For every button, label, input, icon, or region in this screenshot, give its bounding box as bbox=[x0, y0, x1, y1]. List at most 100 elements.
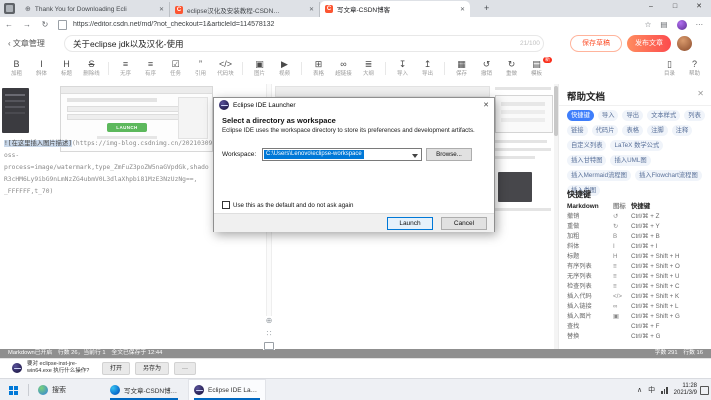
toolbar-button[interactable]: ≣ 大纲 bbox=[356, 58, 381, 82]
toolbar-button[interactable]: ” 引用 bbox=[188, 58, 213, 82]
help-tag[interactable]: 文本样式 bbox=[647, 110, 680, 121]
toolbar-button[interactable] bbox=[104, 58, 113, 82]
chevron-down-icon[interactable] bbox=[412, 154, 418, 158]
workspace-combobox[interactable]: C:\Users\Lenovo\eclipse-workspace bbox=[262, 148, 422, 161]
refresh-icon[interactable]: ↻ bbox=[36, 20, 54, 29]
preview-image-thumb bbox=[495, 95, 553, 133]
browse-button[interactable]: Browse... bbox=[426, 148, 472, 161]
tray-chevron-icon[interactable]: ∧ bbox=[637, 386, 642, 394]
toolbar-button-label: 加粗 bbox=[4, 71, 29, 77]
start-button[interactable] bbox=[9, 386, 18, 395]
browser-tab[interactable]: ⊕ Thank You for Downloading Ecli ✕ bbox=[20, 2, 170, 17]
toolbar-button[interactable] bbox=[238, 58, 247, 82]
shortcut-row: 斜体 I Ctrl/⌘ + I bbox=[567, 242, 706, 252]
checkbox[interactable] bbox=[222, 201, 230, 209]
help-tag[interactable]: 链接 bbox=[567, 125, 588, 136]
shortcuts-section-title: 快捷键 bbox=[567, 189, 591, 200]
cancel-button[interactable]: Cancel bbox=[441, 217, 487, 230]
help-tag[interactable]: 快捷键 bbox=[567, 110, 594, 121]
window-close-button[interactable]: ✕ bbox=[687, 0, 711, 14]
toolbar-button[interactable]: ↥ 导出 bbox=[415, 58, 440, 82]
toolbar-button[interactable]: B 加粗 bbox=[4, 58, 29, 82]
help-tag[interactable]: 插入Mermaid流程图 bbox=[567, 170, 631, 181]
taskbar-clock[interactable]: 11:28 2021/3/9 bbox=[674, 383, 697, 397]
toolbar-button[interactable]: ≡ 有序 bbox=[138, 58, 163, 82]
save-draft-button[interactable]: 保存草稿 bbox=[570, 35, 622, 52]
workspace-path-value[interactable]: C:\Users\Lenovo\eclipse-workspace bbox=[264, 150, 364, 159]
toolbar-button[interactable]: ▣ 图片 bbox=[247, 58, 272, 82]
layout-toggle-icon[interactable] bbox=[264, 342, 274, 350]
toolbar-button[interactable]: S 删除线 bbox=[79, 58, 104, 82]
new-tab-button[interactable]: + bbox=[484, 1, 489, 16]
help-tag[interactable]: 表格 bbox=[622, 125, 643, 136]
action-center-icon[interactable] bbox=[700, 386, 709, 395]
browser-tab[interactable]: ⊕ C eclipse汉化及安装教程-CSDN… ✕ bbox=[170, 2, 320, 17]
sync-scroll-icon[interactable]: ⊕ bbox=[266, 316, 273, 325]
toolbar-button[interactable] bbox=[440, 58, 449, 82]
user-avatar[interactable] bbox=[677, 36, 692, 51]
help-tag[interactable]: 导入 bbox=[598, 110, 619, 121]
help-tag[interactable]: 插入UML图 bbox=[610, 155, 650, 166]
help-tag[interactable]: 注释 bbox=[672, 125, 693, 136]
toolbar-button[interactable]: ⊞ 表格 bbox=[306, 58, 331, 82]
back-icon[interactable]: ← bbox=[0, 20, 18, 29]
toolbar-button[interactable]: ? 帮助 bbox=[682, 58, 707, 82]
window-maximize-button[interactable]: □ bbox=[663, 0, 687, 14]
launch-button[interactable]: Launch bbox=[387, 217, 433, 230]
tab-close-icon[interactable]: ✕ bbox=[309, 6, 314, 13]
help-tag[interactable]: 注脚 bbox=[647, 125, 668, 136]
toolbar-button[interactable]: ▦ 保存 bbox=[449, 58, 474, 82]
scroll-dots-icon[interactable]: ∷ bbox=[266, 329, 271, 338]
dialog-titlebar[interactable]: Eclipse IDE Launcher ✕ bbox=[214, 98, 494, 112]
download-more-button[interactable]: ··· bbox=[174, 362, 196, 375]
toolbar-button[interactable] bbox=[381, 58, 390, 82]
open-button[interactable]: 打开 bbox=[102, 362, 130, 375]
url-text[interactable]: https://editor.csdn.net/md/?not_checkout… bbox=[73, 21, 645, 28]
back-to-articles-link[interactable]: ‹ 文章管理 bbox=[8, 38, 45, 49]
help-tag[interactable]: LaTeX 数学公式 bbox=[610, 140, 663, 151]
browser-tab[interactable]: ⊕ C 写文章-CSDN博客 ✕ bbox=[320, 1, 470, 17]
toolbar-button[interactable]: ↺ 撤销 bbox=[474, 58, 499, 82]
collections-icon[interactable]: ▤ bbox=[660, 20, 667, 29]
help-tag[interactable]: 列表 bbox=[684, 110, 705, 121]
save-as-button[interactable]: 另存为 bbox=[135, 362, 169, 375]
ime-indicator[interactable]: 中 bbox=[648, 385, 655, 395]
toolbar-button[interactable]: H 标题 bbox=[54, 58, 79, 82]
taskbar-app-edge[interactable]: 写文章-CSDN博客… bbox=[105, 379, 183, 400]
toolbar-button-icon: ∞ bbox=[331, 58, 356, 71]
site-info-icon[interactable] bbox=[58, 20, 67, 30]
publish-button[interactable]: 发布文章 bbox=[627, 35, 671, 52]
toolbar-button[interactable]: ↧ 导入 bbox=[390, 58, 415, 82]
toolbar-button[interactable]: ▶ 视频 bbox=[272, 58, 297, 82]
help-tag[interactable]: 插入甘特图 bbox=[567, 155, 606, 166]
toolbar-button[interactable]: ≡ 无序 bbox=[113, 58, 138, 82]
default-workspace-option[interactable]: Use this as the default and do not ask a… bbox=[222, 201, 353, 209]
toolbar-button[interactable] bbox=[297, 58, 306, 82]
window-minimize-button[interactable]: – bbox=[639, 0, 663, 14]
tab-close-icon[interactable]: ✕ bbox=[159, 6, 164, 13]
dialog-close-icon[interactable]: ✕ bbox=[483, 101, 489, 109]
toolbar-button[interactable]: ▯ 目录 bbox=[657, 58, 682, 82]
favorite-star-icon[interactable]: ☆ bbox=[645, 20, 652, 29]
shortcuts-table: Markdown 图标 快捷键 撤销 ↺ Ctrl/⌘ + Z 重做 ↻ Ctr bbox=[567, 202, 706, 342]
browser-menu-icon[interactable]: ⋯ bbox=[696, 20, 704, 29]
taskbar-search[interactable]: 搜索 bbox=[38, 379, 66, 400]
taskbar-app-eclipse[interactable]: Eclipse IDE Launc… bbox=[188, 379, 266, 400]
toolbar-button[interactable]: ↻ 重做 bbox=[499, 58, 524, 82]
toolbar-button[interactable]: ☑ 任务 bbox=[163, 58, 188, 82]
help-tag[interactable]: 自定义列表 bbox=[567, 140, 606, 151]
forward-icon[interactable]: → bbox=[18, 20, 36, 29]
help-tag[interactable]: 导出 bbox=[622, 110, 643, 121]
tab-close-icon[interactable]: ✕ bbox=[460, 6, 465, 13]
toolbar-button[interactable]: I 斜体 bbox=[29, 58, 54, 82]
toolbar-button[interactable]: ∞ 超链接 bbox=[331, 58, 356, 82]
network-icon[interactable] bbox=[661, 387, 668, 394]
help-tag[interactable]: 代码片 bbox=[592, 125, 619, 136]
help-close-icon[interactable]: ✕ bbox=[697, 89, 704, 98]
toolbar-button[interactable]: </> 代码块 bbox=[213, 58, 238, 82]
toolbar-button[interactable]: ▤ 模板 新 bbox=[524, 58, 549, 82]
article-title-input[interactable] bbox=[64, 35, 544, 52]
browser-profile-avatar[interactable] bbox=[677, 20, 687, 30]
eclipse-icon bbox=[219, 100, 229, 110]
help-tag[interactable]: 插入Flowchart流程图 bbox=[635, 170, 702, 181]
